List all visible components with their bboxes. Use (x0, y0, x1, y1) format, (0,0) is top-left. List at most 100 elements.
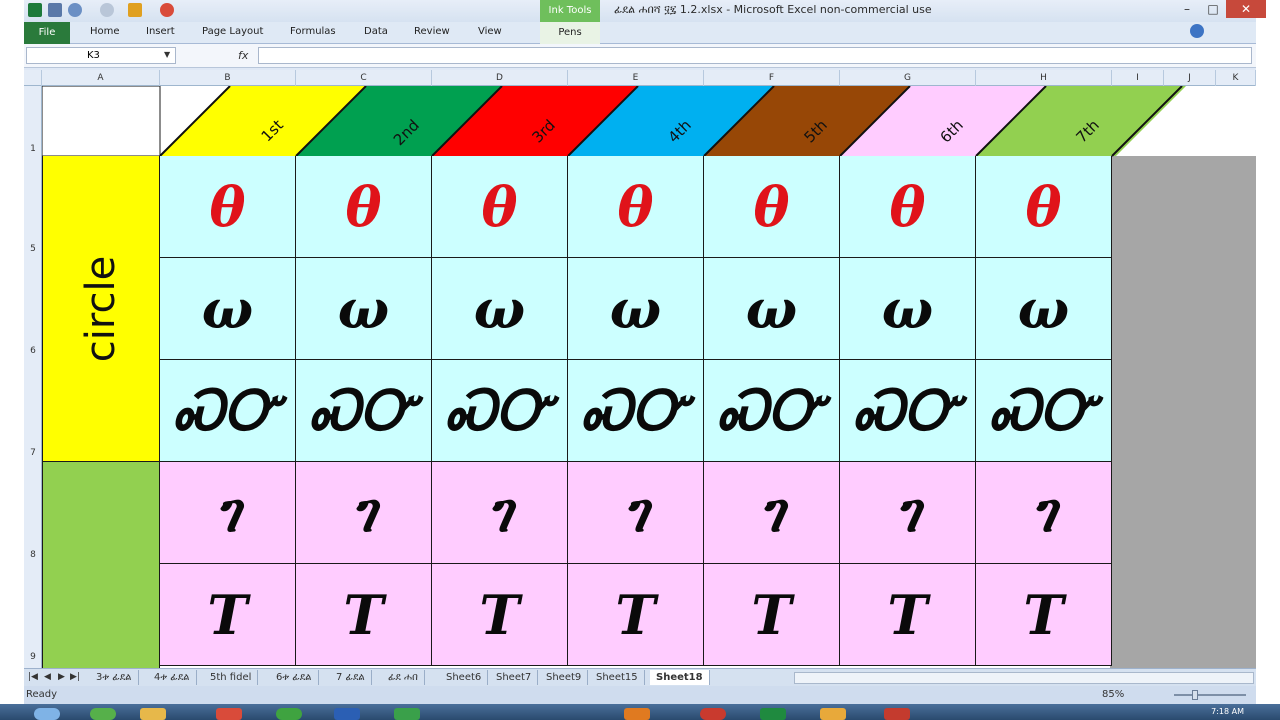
taskbar-app-icon[interactable] (624, 708, 650, 720)
column-header-d[interactable]: D (432, 70, 568, 86)
start-button-icon[interactable] (34, 708, 60, 720)
taskbar-app-icon[interactable] (884, 708, 910, 720)
last-sheet-icon[interactable]: ▶| (70, 672, 80, 682)
column-header-b[interactable]: B (160, 70, 296, 86)
glyph-cell[interactable]: ገ (840, 462, 976, 564)
tab-data[interactable]: Data (364, 26, 388, 37)
zoom-slider[interactable] (1174, 694, 1246, 696)
undo-icon[interactable] (68, 3, 82, 17)
row-header-9[interactable]: 9 (24, 652, 42, 662)
sheet-tab[interactable]: 4ቱ ፊደል (148, 670, 197, 685)
tab-pens[interactable]: Pens (540, 22, 600, 44)
close-button[interactable]: ✕ (1226, 0, 1266, 18)
chevron-down-icon[interactable]: ▼ (164, 50, 170, 59)
tab-view[interactable]: View (478, 26, 502, 37)
taskbar-excel-icon[interactable] (760, 708, 786, 720)
glyph-cell[interactable]: ᏍᏅ (432, 360, 568, 462)
glyph-cell[interactable]: ገ (432, 462, 568, 564)
column-header-e[interactable]: E (568, 70, 704, 86)
tab-insert[interactable]: Insert (146, 26, 175, 37)
column-header-select-all[interactable] (24, 70, 42, 86)
sheet-tab[interactable]: Sheet9 (540, 670, 589, 685)
glyph-cell[interactable]: ᏍᏅ (976, 360, 1112, 462)
glyph-cell[interactable]: ω (976, 258, 1112, 360)
glyph-cell[interactable]: ገ (296, 462, 432, 564)
save-icon[interactable] (48, 3, 62, 17)
taskbar-folder-icon[interactable] (140, 708, 166, 720)
group-label-green[interactable] (42, 462, 160, 670)
glyph-cell[interactable]: θ (840, 156, 976, 258)
glyph-cell[interactable]: ᏍᏅ (704, 360, 840, 462)
glyph-cell[interactable]: ᏍᏅ (160, 360, 296, 462)
glyph-cell[interactable]: T (704, 564, 840, 666)
glyph-cell[interactable]: ω (432, 258, 568, 360)
first-sheet-icon[interactable]: |◀ (28, 672, 38, 682)
sheet-tab[interactable]: 7 ፊደል (330, 670, 372, 685)
glyph-cell[interactable]: ᏍᏅ (568, 360, 704, 462)
glyph-cell[interactable]: θ (976, 156, 1112, 258)
column-header-i[interactable]: I (1112, 70, 1164, 86)
column-header-c[interactable]: C (296, 70, 432, 86)
glyph-cell[interactable]: T (976, 564, 1112, 666)
group-label-circle[interactable]: circle (42, 156, 160, 462)
taskbar-app-icon[interactable] (820, 708, 846, 720)
name-box[interactable]: K3 (26, 47, 176, 64)
ink-tools-context-tab[interactable]: Ink Tools (540, 0, 600, 22)
tab-page-layout[interactable]: Page Layout (202, 26, 263, 37)
glyph-cell[interactable]: θ (432, 156, 568, 258)
maximize-button[interactable]: □ (1200, 0, 1226, 18)
row-header-1[interactable]: 1 (24, 144, 42, 154)
glyph-cell[interactable]: ω (296, 258, 432, 360)
row-header-7[interactable]: 7 (24, 448, 42, 458)
insert-function-icon[interactable]: fx (238, 49, 248, 62)
sheet-tab[interactable]: 5th fidel (204, 670, 259, 685)
redo-icon[interactable] (100, 3, 114, 17)
column-header-j[interactable]: J (1164, 70, 1216, 86)
taskbar-app-icon[interactable] (90, 708, 116, 720)
row-header-6[interactable]: 6 (24, 346, 42, 356)
glyph-cell[interactable]: ω (568, 258, 704, 360)
row-header-5[interactable]: 5 (24, 244, 42, 254)
glyph-cell[interactable]: θ (568, 156, 704, 258)
tab-file[interactable]: File (24, 22, 70, 44)
glyph-cell[interactable]: ω (704, 258, 840, 360)
glyph-cell[interactable]: ω (840, 258, 976, 360)
glyph-cell[interactable]: ገ (160, 462, 296, 564)
sheet-tab[interactable]: Sheet6 (440, 670, 489, 685)
tab-home[interactable]: Home (90, 26, 120, 37)
horizontal-scrollbar[interactable] (794, 672, 1254, 684)
excel-logo-icon[interactable] (28, 3, 42, 17)
next-sheet-icon[interactable]: ▶ (58, 672, 65, 682)
sheet-tab[interactable]: Sheet18 (650, 670, 710, 685)
taskbar-app-icon[interactable] (216, 708, 242, 720)
column-header-f[interactable]: F (704, 70, 840, 86)
sheet-tab[interactable]: 3ቱ ፊደል (90, 670, 139, 685)
glyph-cell[interactable]: ᏍᏅ (296, 360, 432, 462)
glyph-cell[interactable]: T (840, 564, 976, 666)
column-header-h[interactable]: H (976, 70, 1112, 86)
taskbar-app-icon[interactable] (700, 708, 726, 720)
sheet-tab[interactable]: Sheet15 (590, 670, 645, 685)
cell-a1[interactable] (42, 86, 161, 157)
formula-input[interactable] (258, 47, 1252, 64)
glyph-cell[interactable]: T (296, 564, 432, 666)
taskbar-app-icon[interactable] (394, 708, 420, 720)
tab-review[interactable]: Review (414, 26, 450, 37)
help-icon[interactable] (1190, 24, 1204, 38)
glyph-cell[interactable]: θ (160, 156, 296, 258)
worksheet-grid[interactable]: 1st 2nd 3rd 4th 5th 6th 7th circle θθθθθθθωωωω… (42, 86, 1256, 670)
chrome-icon[interactable] (160, 3, 174, 17)
sheet-tab[interactable]: ፊደ ሐበ (382, 670, 425, 685)
glyph-cell[interactable]: θ (704, 156, 840, 258)
glyph-cell[interactable]: ω (160, 258, 296, 360)
glyph-cell[interactable]: ገ (568, 462, 704, 564)
glyph-cell[interactable]: ገ (704, 462, 840, 564)
column-header-g[interactable]: G (840, 70, 976, 86)
tab-formulas[interactable]: Formulas (290, 26, 336, 37)
glyph-cell[interactable]: ገ (976, 462, 1112, 564)
zoom-slider-thumb[interactable] (1192, 690, 1198, 700)
column-header-k[interactable]: K (1216, 70, 1256, 86)
minimize-button[interactable]: – (1174, 0, 1200, 18)
column-header-a[interactable]: A (42, 70, 160, 86)
prev-sheet-icon[interactable]: ◀ (44, 672, 51, 682)
